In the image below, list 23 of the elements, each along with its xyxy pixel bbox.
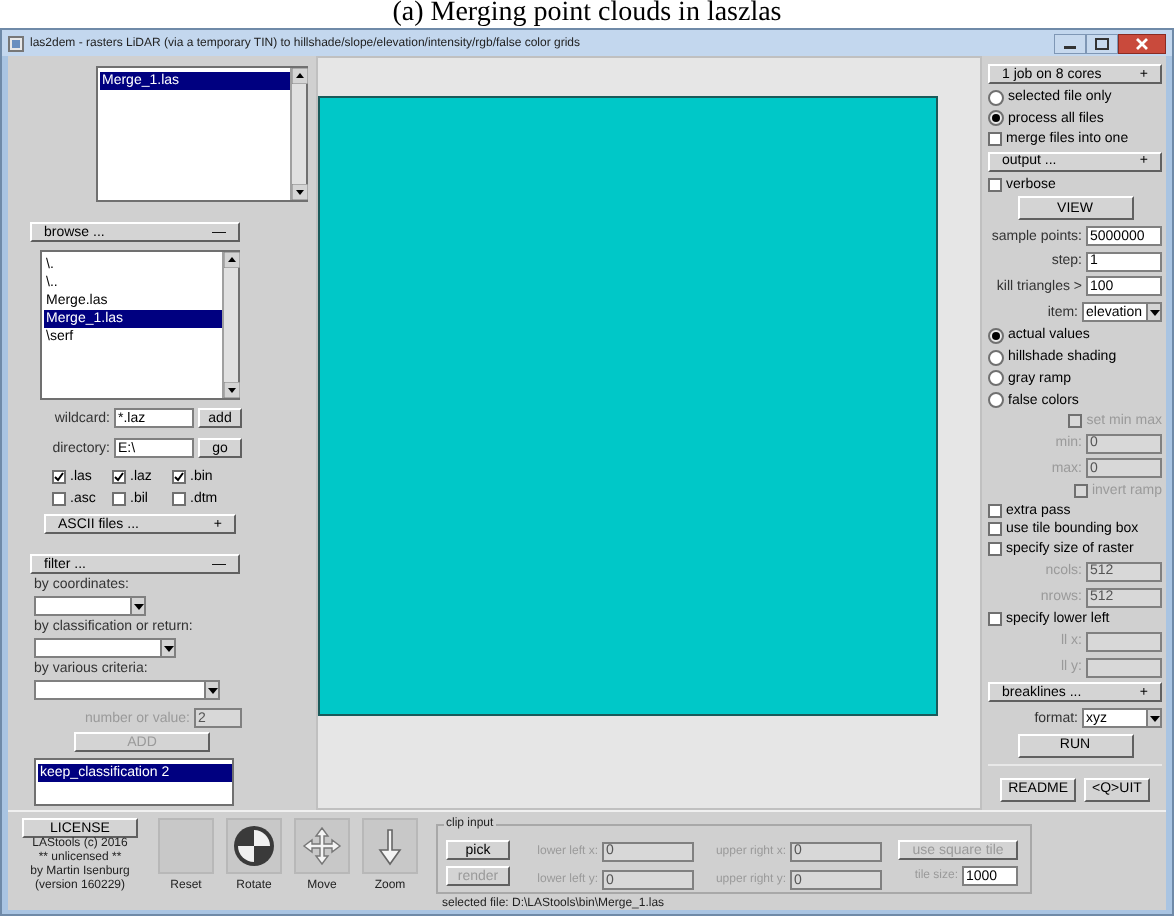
view-canvas[interactable]	[316, 56, 982, 810]
globe-icon	[232, 824, 276, 868]
scroll-up-icon	[224, 252, 240, 268]
figure-caption: (a) Merging point clouds in laszlas	[390, 0, 784, 28]
four-arrows-icon	[300, 824, 344, 868]
caret-icon	[1149, 715, 1159, 722]
caret-icon	[163, 645, 173, 651]
scroll-down-icon	[224, 382, 240, 398]
check-icon	[174, 472, 184, 482]
caret-icon	[133, 603, 143, 609]
check-icon	[114, 472, 124, 482]
scrollbar[interactable]	[290, 68, 306, 200]
dropdown[interactable]	[34, 680, 220, 700]
caret-icon	[207, 687, 217, 693]
dropdown[interactable]	[34, 596, 146, 616]
caret-icon	[1149, 309, 1159, 316]
check-icon	[54, 472, 64, 482]
app-icon	[8, 35, 24, 51]
dropdown[interactable]	[34, 638, 176, 658]
close-icon	[1118, 33, 1166, 53]
scrollbar[interactable]	[222, 252, 238, 398]
scroll-up-icon	[292, 68, 308, 84]
scroll-down-icon	[292, 184, 308, 200]
